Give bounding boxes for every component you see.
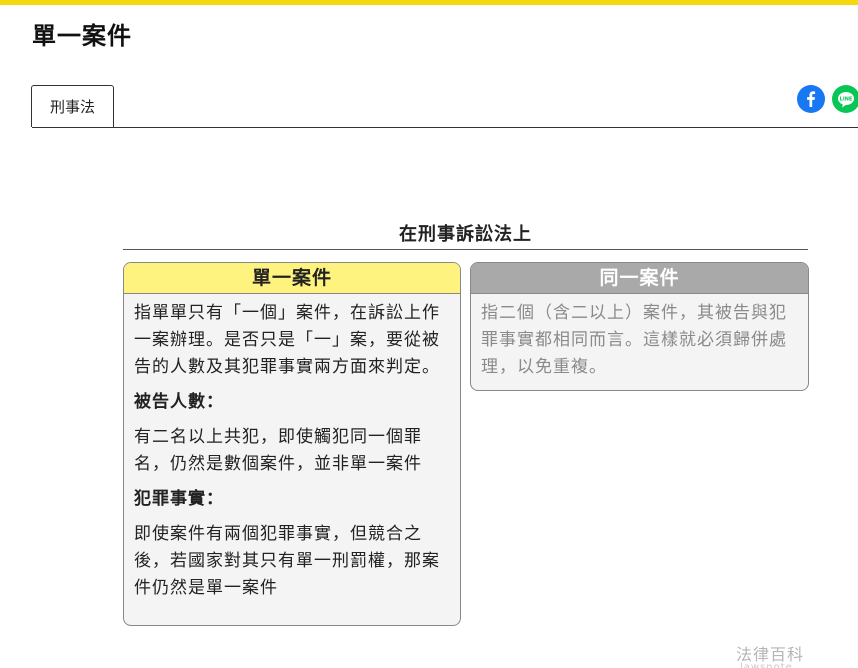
line-icon-text: LINE: [840, 96, 853, 102]
single-case-card: 單一案件 指單單只有「一個」案件，在訴訟上作一案辦理。是否只是「一」案，要從被告…: [123, 262, 461, 626]
single-case-intro: 指單單只有「一個」案件，在訴訟上作一案辦理。是否只是「一」案，要從被告的人數及其…: [134, 303, 440, 377]
same-case-text: 指二個（含二以上）案件，其被告與犯罪事實都相同而言。這樣就必須歸併處理，以免重複…: [481, 303, 787, 377]
same-case-card-title: 同一案件: [471, 263, 808, 294]
tab-underline: [32, 127, 858, 128]
defendant-count-heading: 被告人數：: [134, 392, 224, 412]
single-case-card-body: 指單單只有「一個」案件，在訴訟上作一案辦理。是否只是「一」案，要從被告的人數及其…: [124, 294, 460, 602]
page-title: 單一案件: [32, 22, 132, 50]
diagram-divider: [123, 249, 808, 250]
top-accent-bar: [0, 0, 858, 5]
line-icon: LINE: [838, 92, 854, 108]
defendant-count-text: 有二名以上共犯，即使觸犯同一個罪名，仍然是數個案件，並非單一案件: [134, 427, 422, 474]
facebook-icon: [807, 91, 816, 107]
criminal-facts-text: 即使案件有兩個犯罪事實，但競合之後，若國家對其只有單一刑罰權，那案件仍然是單一案…: [134, 524, 440, 598]
tab-criminal-law[interactable]: 刑事法: [31, 85, 114, 127]
same-case-card: 同一案件 指二個（含二以上）案件，其被告與犯罪事實都相同而言。這樣就必須歸併處理…: [470, 262, 809, 391]
criminal-facts-heading: 犯罪事實：: [134, 489, 224, 509]
diagram-heading: 在刑事訴訟法上: [399, 224, 532, 245]
line-share-button[interactable]: LINE: [832, 85, 858, 113]
watermark-subtext: lawsnote: [740, 662, 793, 668]
facebook-share-button[interactable]: [797, 85, 825, 113]
same-case-card-body: 指二個（含二以上）案件，其被告與犯罪事實都相同而言。這樣就必須歸併處理，以免重複…: [471, 294, 808, 381]
single-case-card-title: 單一案件: [124, 263, 460, 294]
